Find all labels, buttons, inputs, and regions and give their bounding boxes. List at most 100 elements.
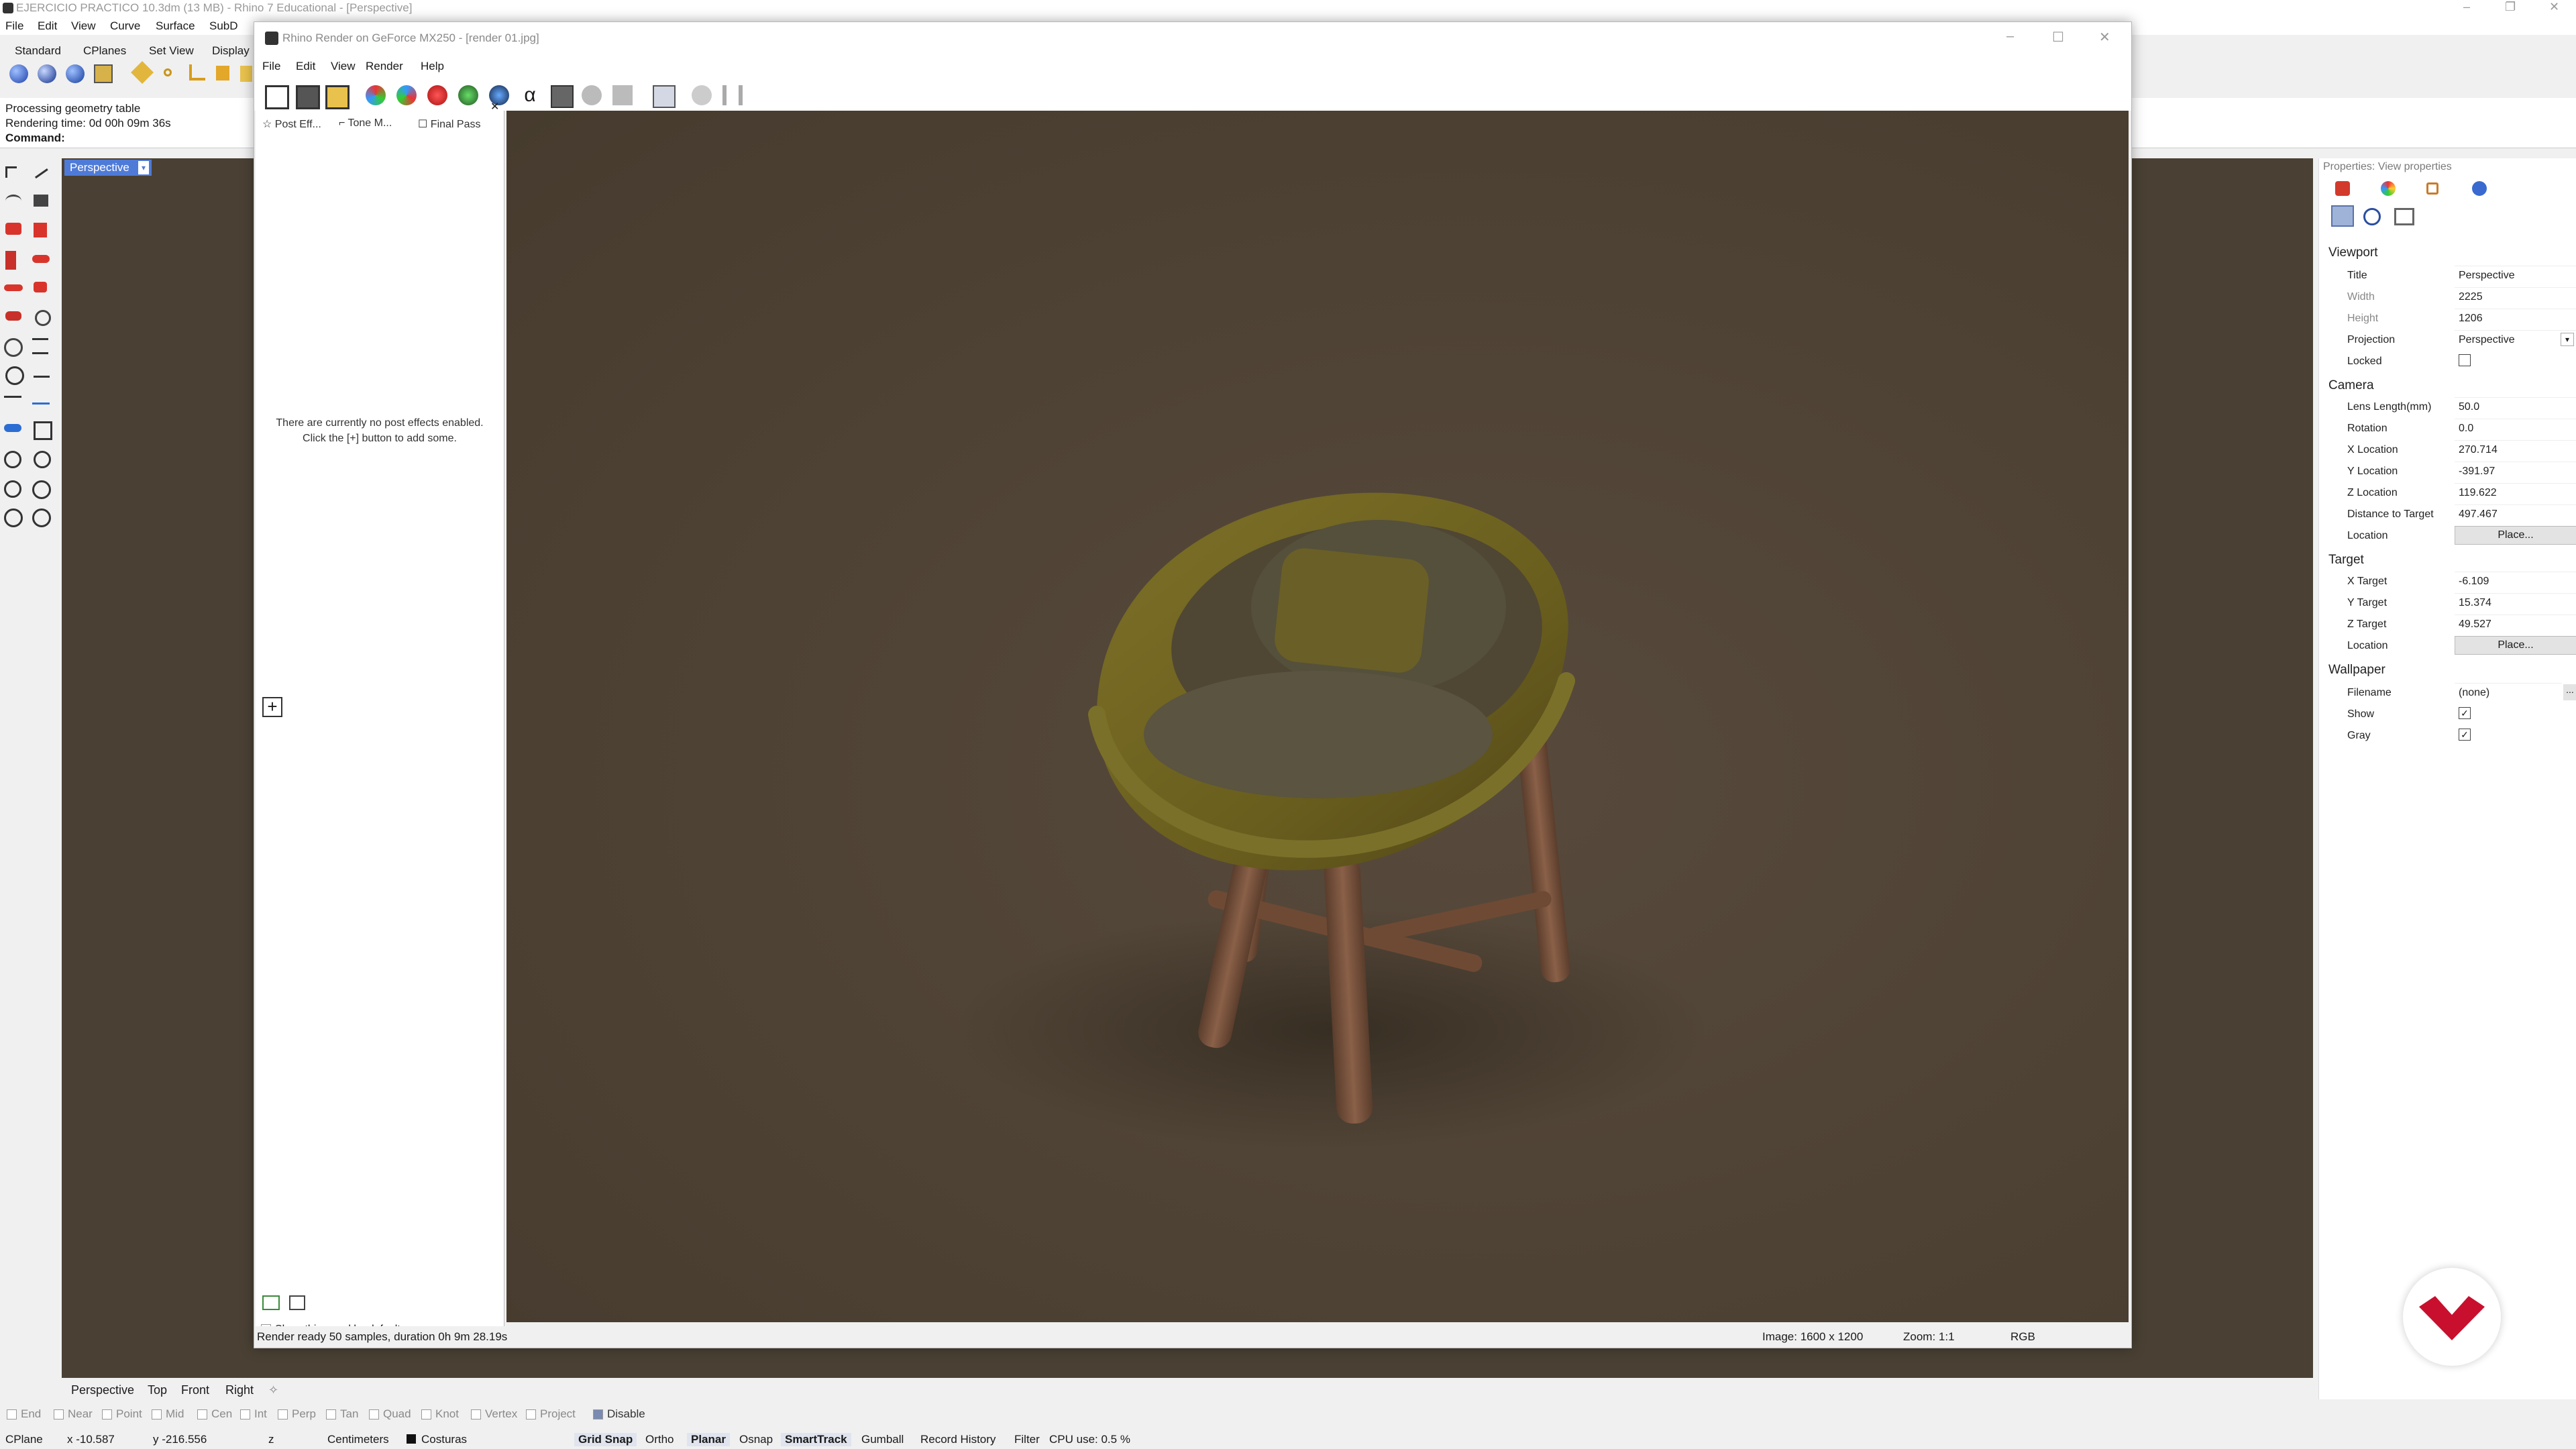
boolean-icon[interactable]	[4, 424, 21, 432]
mesh-icon[interactable]	[32, 255, 50, 263]
projection-select[interactable]: Perspective	[2455, 330, 2576, 349]
cplane-label[interactable]: CPlane	[5, 1433, 43, 1446]
tab-cplanes[interactable]: CPlanes	[83, 44, 126, 58]
height-field[interactable]: 1206	[2455, 309, 2576, 327]
light-icon[interactable]	[131, 61, 154, 84]
z-location-field[interactable]: 119.622	[2455, 483, 2576, 502]
tab-set-view[interactable]: Set View	[149, 44, 194, 58]
point-icon[interactable]	[164, 68, 172, 76]
link-icon[interactable]	[2363, 208, 2381, 225]
array-icon[interactable]	[34, 366, 50, 378]
channels-icon[interactable]	[396, 85, 417, 105]
rotation-field[interactable]: 0.0	[2455, 419, 2576, 437]
dimension-icon[interactable]	[34, 421, 52, 440]
filter-toggle[interactable]: Filter	[1014, 1433, 1040, 1446]
alpha-icon[interactable]: α	[520, 85, 540, 105]
place-camera-button[interactable]: Place...	[2455, 526, 2576, 545]
osnap-tan[interactable]: Tan	[326, 1407, 358, 1421]
menu-curve[interactable]: Curve	[110, 19, 140, 33]
maximize-icon[interactable]: ❐	[2505, 0, 2516, 14]
shaded-sphere-icon[interactable]	[9, 64, 28, 83]
z-target-field[interactable]: 49.527	[2455, 614, 2576, 633]
solid-icon[interactable]	[34, 223, 47, 237]
zoom-icon[interactable]	[4, 451, 21, 468]
gear-icon[interactable]	[5, 366, 24, 385]
minimize-icon[interactable]: –	[2463, 0, 2470, 14]
osnap-toggle[interactable]: Osnap	[739, 1433, 773, 1446]
menu-surface[interactable]: Surface	[156, 19, 195, 33]
tab-top[interactable]: Top	[148, 1383, 167, 1397]
viewport-label[interactable]: Perspective ▾	[64, 160, 152, 176]
rendered-sphere-icon[interactable]	[38, 64, 56, 83]
layer-icon[interactable]	[34, 195, 48, 207]
tab-standard[interactable]: Standard	[15, 44, 61, 58]
brush-icon[interactable]	[2426, 182, 2438, 195]
filename-field[interactable]: (none)	[2455, 683, 2562, 702]
render-menu-view[interactable]: View	[331, 60, 356, 73]
plane-icon[interactable]	[4, 396, 21, 405]
tab-post-effects[interactable]: ☆ Post Eff...	[262, 117, 321, 131]
osnap-end[interactable]: End	[7, 1407, 41, 1421]
analyze-icon[interactable]	[4, 480, 21, 498]
environment-icon[interactable]	[2472, 181, 2487, 196]
osnap-perp[interactable]: Perp	[278, 1407, 316, 1421]
render-icon[interactable]	[66, 64, 85, 83]
gumball-toggle[interactable]: Gumball	[861, 1433, 904, 1446]
edit-icon[interactable]	[240, 66, 252, 82]
menu-edit[interactable]: Edit	[38, 19, 57, 33]
material-id-icon[interactable]	[551, 85, 574, 108]
add-tab-icon[interactable]: ✧	[268, 1383, 278, 1397]
mirror-icon[interactable]	[32, 396, 50, 405]
square-icon[interactable]	[216, 66, 229, 80]
polyline-icon[interactable]	[31, 162, 48, 179]
width-field[interactable]: 2225	[2455, 287, 2576, 306]
tab-right[interactable]: Right	[225, 1383, 254, 1397]
tab-tone-mapping[interactable]: ⌐ Tone M...	[339, 117, 392, 129]
pause-icon[interactable]	[722, 85, 743, 105]
close-panel-icon[interactable]: ✕	[490, 100, 499, 113]
save-icon[interactable]	[296, 85, 320, 109]
x-target-field[interactable]: -6.109	[2455, 572, 2576, 590]
select-arrow-icon[interactable]	[5, 166, 17, 178]
extrude-icon[interactable]	[4, 284, 23, 291]
osnap-int[interactable]: Int	[240, 1407, 267, 1421]
tab-perspective[interactable]: Perspective	[71, 1383, 134, 1397]
clone-icon[interactable]	[265, 85, 289, 109]
render-menu-help[interactable]: Help	[421, 60, 444, 73]
record-history-toggle[interactable]: Record History	[920, 1433, 996, 1446]
red-channel-icon[interactable]	[427, 85, 447, 105]
move-icon[interactable]	[32, 338, 48, 354]
units-label[interactable]: Centimeters	[327, 1433, 389, 1446]
rotate-view-icon[interactable]	[4, 508, 23, 527]
close-icon[interactable]: ✕	[2549, 0, 2559, 14]
copy-icon[interactable]	[325, 85, 350, 109]
add-effect-button[interactable]: +	[262, 697, 282, 717]
chevron-down-icon[interactable]: ▾	[2561, 333, 2574, 346]
menu-file[interactable]: File	[5, 19, 23, 33]
maximize-icon[interactable]: ☐	[2052, 29, 2064, 46]
chevron-down-icon[interactable]: ▾	[138, 161, 149, 174]
planar-toggle[interactable]: Planar	[687, 1433, 730, 1446]
osnap-knot[interactable]: Knot	[421, 1407, 459, 1421]
transform-icon[interactable]	[4, 338, 23, 357]
rgb-channel-icon[interactable]	[366, 85, 386, 105]
render-menu-edit[interactable]: Edit	[296, 60, 315, 73]
locked-checkbox[interactable]	[2459, 354, 2471, 366]
pan-icon[interactable]	[32, 508, 51, 527]
object-properties-icon[interactable]	[2335, 181, 2350, 196]
osnap-disable[interactable]: Disable	[593, 1407, 645, 1421]
browse-button[interactable]: ...	[2563, 684, 2576, 700]
menu-view[interactable]: View	[71, 19, 96, 33]
settings-icon[interactable]	[653, 85, 676, 108]
y-location-field[interactable]: -391.97	[2455, 462, 2576, 480]
render-canvas[interactable]	[506, 111, 2129, 1322]
lens-length-field[interactable]: 50.0	[2455, 397, 2576, 416]
open-folder-icon[interactable]	[262, 1295, 280, 1310]
close-icon[interactable]: ✕	[2099, 29, 2110, 46]
cylinder-icon[interactable]	[34, 282, 47, 292]
car-icon[interactable]	[5, 311, 21, 321]
osnap-point[interactable]: Point	[102, 1407, 142, 1421]
ortho-toggle[interactable]: Ortho	[645, 1433, 674, 1446]
tab-front[interactable]: Front	[181, 1383, 209, 1397]
osnap-quad[interactable]: Quad	[369, 1407, 411, 1421]
